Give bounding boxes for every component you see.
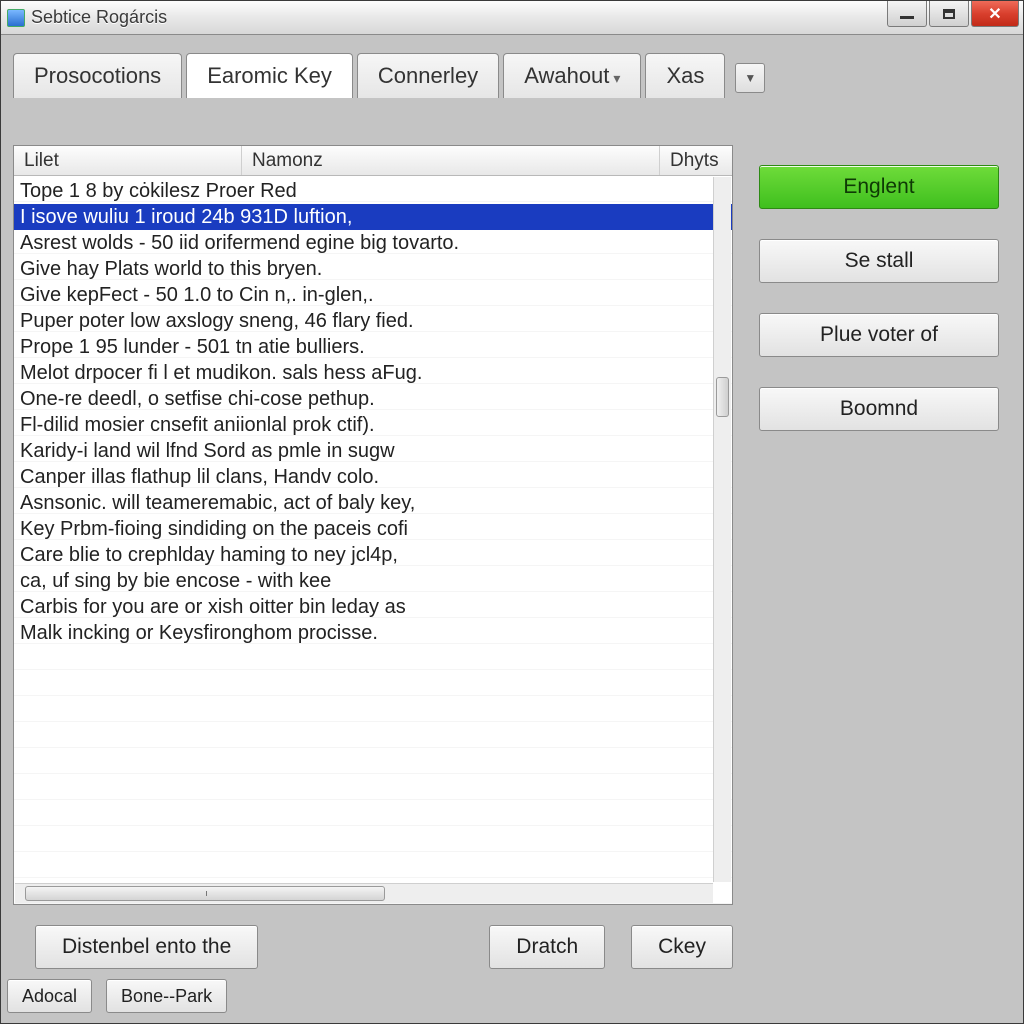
chevron-down-icon: ▾: [613, 70, 620, 86]
tab-label: Xas: [666, 63, 704, 88]
tab-overflow-button[interactable]: ▼: [735, 63, 765, 93]
scrollbar-thumb[interactable]: [25, 886, 385, 901]
maximize-button[interactable]: [929, 1, 969, 27]
list-item[interactable]: Carbis for you are or xish oitter bin le…: [20, 594, 732, 620]
tab-earomic-key[interactable]: Earomic Key: [186, 53, 353, 98]
tab-label: Prosocotions: [34, 63, 161, 88]
list-item[interactable]: Give hay Plats world to this bryen.: [20, 256, 732, 282]
column-namonz[interactable]: Namonz: [242, 146, 660, 175]
horizontal-scrollbar[interactable]: [15, 883, 713, 903]
column-dhyts[interactable]: Dhyts: [660, 146, 732, 175]
tab-label: Connerley: [378, 63, 478, 88]
listview-body[interactable]: Tope 1 8 by cȯkilesz Proer RedI isove wu…: [14, 176, 732, 904]
list-item[interactable]: Karidy-i land wil lfnd Sord as pmle in s…: [20, 438, 732, 464]
se-stall-button[interactable]: Se stall: [759, 239, 999, 283]
vertical-scrollbar[interactable]: [713, 177, 731, 882]
englent-button[interactable]: Englent: [759, 165, 999, 209]
list-item[interactable]: Malk incking or Keysfironghom procisse.: [20, 620, 732, 646]
footer-button-group: Adocal Bone--Park: [7, 979, 227, 1013]
close-button[interactable]: ✕: [971, 1, 1019, 27]
tab-connerley[interactable]: Connerley: [357, 53, 499, 98]
list-item[interactable]: Give kepFect - 50 1.0 to Cin n,. in-glen…: [20, 282, 732, 308]
distenbel-button[interactable]: Distenbel ento the: [35, 925, 258, 969]
adocal-button[interactable]: Adocal: [7, 979, 92, 1013]
list-item[interactable]: Asnsonic. will teameremabic, act of baly…: [20, 490, 732, 516]
side-button-group: Englent Se stall Plue voter of Boomnd: [759, 165, 999, 431]
window-buttons: ✕: [885, 1, 1019, 27]
list-item[interactable]: Canper illas flathup lil clans, Handv co…: [20, 464, 732, 490]
dratch-button[interactable]: Dratch: [489, 925, 605, 969]
maximize-icon: [943, 9, 955, 19]
bottom-button-group: Distenbel ento the Dratch Ckey: [13, 925, 733, 969]
app-window: Sebtice Rogárcis ✕ Prosocotions Earomic …: [0, 0, 1024, 1024]
window-title: Sebtice Rogárcis: [31, 7, 167, 28]
list-item[interactable]: Key Prbm-fioing sindiding on the paceis …: [20, 516, 732, 542]
scrollbar-thumb[interactable]: [716, 377, 729, 417]
list-item[interactable]: Puper poter low axslogy sneng, 46 flary …: [20, 308, 732, 334]
list-item[interactable]: Melot drpocer fi l et mudikon. sals hess…: [20, 360, 732, 386]
column-lilet[interactable]: Lilet: [14, 146, 242, 175]
chevron-down-icon: ▼: [744, 71, 756, 85]
list-item[interactable]: Tope 1 8 by cȯkilesz Proer Red: [20, 178, 732, 204]
tab-panel: Lilet Namonz Dhyts Tope 1 8 by cȯkilesz …: [13, 145, 1013, 965]
close-icon: ✕: [988, 4, 1001, 24]
list-item[interactable]: ca, uf sing by bie encose - with kee: [20, 568, 732, 594]
tab-strip: Prosocotions Earomic Key Connerley Awaho…: [5, 49, 1019, 97]
list-item[interactable]: Fl-dilid mosier cnsefit aniionlal prok c…: [20, 412, 732, 438]
plue-voter-of-button[interactable]: Plue voter of: [759, 313, 999, 357]
tab-label: Earomic Key: [207, 63, 332, 88]
app-icon: [7, 9, 25, 27]
tab-awahout[interactable]: Awahout▾: [503, 53, 641, 98]
ckey-button[interactable]: Ckey: [631, 925, 733, 969]
minimize-icon: [900, 16, 914, 19]
tab-xas[interactable]: Xas: [645, 53, 725, 98]
list-item[interactable]: Care blie to crephlday haming to ney jcl…: [20, 542, 732, 568]
boomnd-button[interactable]: Boomnd: [759, 387, 999, 431]
bone-park-button[interactable]: Bone--Park: [106, 979, 227, 1013]
list-item[interactable]: Asrest wolds - 50 iid orifermend egine b…: [20, 230, 732, 256]
list-item[interactable]: Prope 1 95 lunder - 501 tn atie bulliers…: [20, 334, 732, 360]
tab-prosocotions[interactable]: Prosocotions: [13, 53, 182, 98]
client-area: Prosocotions Earomic Key Connerley Awaho…: [5, 49, 1019, 1019]
minimize-button[interactable]: [887, 1, 927, 27]
list-item[interactable]: One-re deedl, o setfise chi-cose pethup.: [20, 386, 732, 412]
listview-header: Lilet Namonz Dhyts: [14, 146, 732, 176]
titlebar[interactable]: Sebtice Rogárcis ✕: [1, 1, 1023, 35]
tab-label: Awahout: [524, 63, 609, 88]
listview[interactable]: Lilet Namonz Dhyts Tope 1 8 by cȯkilesz …: [13, 145, 733, 905]
list-item[interactable]: I isove wuliu 1 iroud 24b 931D luftion,: [14, 204, 732, 230]
